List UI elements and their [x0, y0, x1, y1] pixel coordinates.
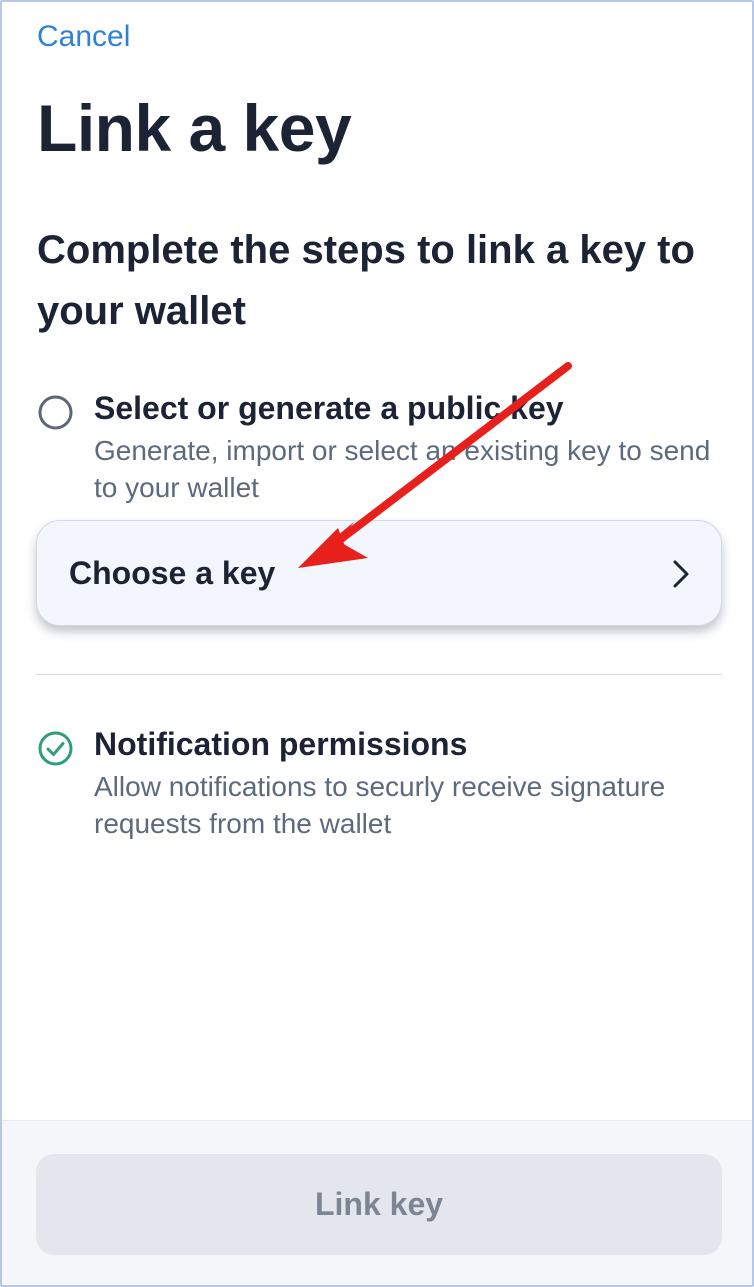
empty-circle-icon [38, 395, 73, 430]
check-circle-icon [38, 731, 73, 766]
divider [36, 674, 722, 675]
page-subtitle: Complete the steps to link a key to your… [37, 228, 695, 333]
step-description: Allow notifications to securly receive s… [94, 771, 666, 839]
page-title: Link a key [37, 91, 352, 165]
link-key-button[interactable]: Link key [36, 1154, 722, 1255]
step-title: Select or generate a public key [94, 390, 564, 426]
chevron-right-icon [673, 560, 689, 588]
screen: Cancel Link a key Complete the steps to … [0, 0, 754, 1287]
step-title: Notification permissions [94, 726, 468, 762]
footer-bar: Link key [2, 1120, 752, 1285]
choose-key-label: Choose a key [69, 555, 276, 591]
choose-key-button[interactable]: Choose a key [36, 520, 722, 626]
step-description: Generate, import or select an existing k… [94, 435, 711, 503]
cancel-link[interactable]: Cancel [37, 20, 130, 54]
